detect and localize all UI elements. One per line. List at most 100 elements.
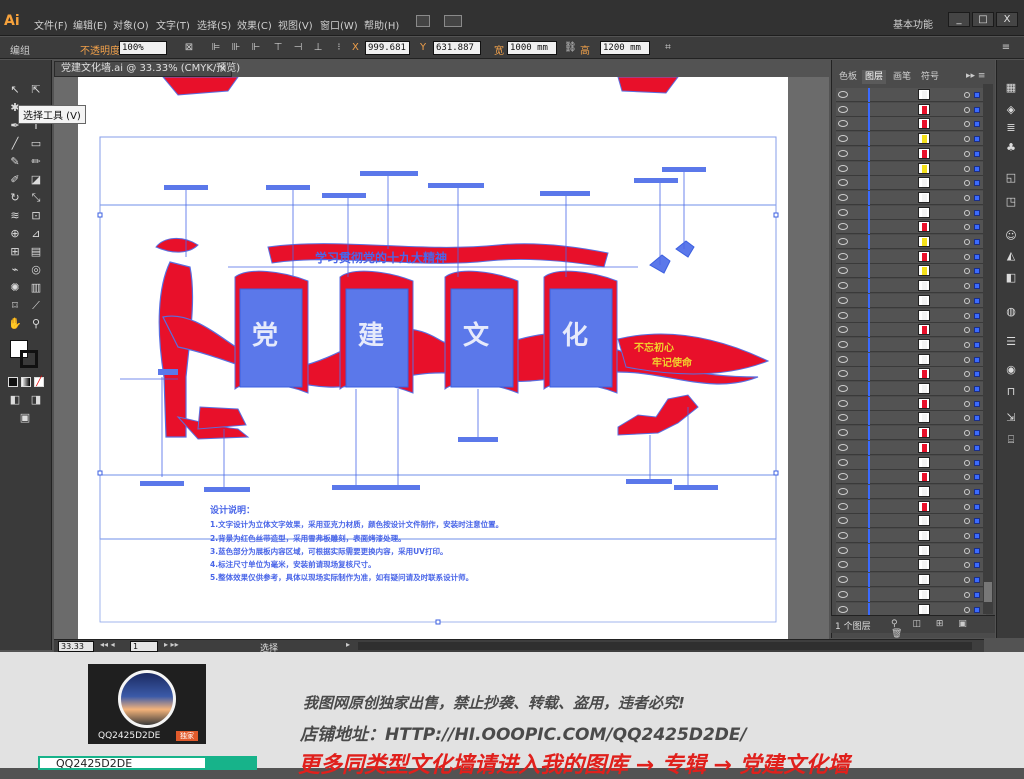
layer-selection-indicator[interactable] [974,209,980,216]
layer-row[interactable] [836,323,986,338]
layer-selection-indicator[interactable] [974,356,980,363]
visibility-eye-icon[interactable] [838,193,848,201]
visibility-eye-icon[interactable] [838,282,848,290]
layer-target-icon[interactable] [964,194,970,201]
gradient-tool-icon[interactable]: ▤ [27,244,45,260]
layer-selection-indicator[interactable] [974,430,980,437]
close-tab-icon[interactable]: × [219,62,227,76]
screen-mode-icon[interactable]: ▣ [16,410,34,426]
layer-target-icon[interactable] [964,136,970,143]
layer-row[interactable] [836,573,986,588]
hand-tool-icon[interactable]: ✋ [6,316,24,332]
status-menu-icon[interactable]: ▸ [346,640,350,649]
club-icon[interactable]: ♣ [1003,140,1019,156]
pathfinder-icon[interactable]: ⊓ [1003,384,1019,400]
align-bottom-icon[interactable]: ⊥ [312,42,324,54]
visibility-eye-icon[interactable] [838,546,848,554]
layer-row[interactable] [836,484,986,499]
layer-row[interactable] [836,367,986,382]
eyedropper-icon[interactable]: ⌁ [6,262,24,278]
layer-row[interactable] [836,396,986,411]
layer-target-icon[interactable] [964,503,970,510]
visibility-eye-icon[interactable] [838,223,848,231]
line-tool-icon[interactable]: ╱ [6,136,24,152]
align-top-icon[interactable]: ⊤ [272,42,284,54]
document-tab[interactable]: 党建文化墙.ai @ 33.33% (CMYK/预览) × [54,61,240,77]
layer-target-icon[interactable] [964,474,970,481]
mesh-tool-icon[interactable]: ⊞ [6,244,24,260]
appearance-icon[interactable]: ☺ [1003,228,1019,244]
blob-brush-icon[interactable]: ✐ [6,172,24,188]
horizontal-scrollbar[interactable] [358,642,972,650]
menu-edit[interactable]: 编辑(E) [73,17,107,32]
layer-selection-indicator[interactable] [974,503,980,510]
visibility-eye-icon[interactable] [838,517,848,525]
layer-row[interactable] [836,499,986,514]
layer-selection-indicator[interactable] [974,386,980,392]
width-field[interactable]: 1000 mm [507,41,557,55]
layer-selection-indicator[interactable] [974,92,980,98]
layer-row[interactable] [836,190,986,205]
shop-address[interactable]: 店铺地址：HTTP://HI.OOOPIC.COM/QQ2425D2DE/ [300,720,747,745]
layer-row[interactable] [836,102,986,117]
promo-text[interactable]: 更多同类型文化墙请进入我的图库 → 专辑 → 党建文化墙 [298,747,850,779]
layer-target-icon[interactable] [964,591,970,598]
transform-panel-icon[interactable]: ⇲ [1003,410,1019,426]
layer-selection-indicator[interactable] [974,591,980,598]
transform-icon[interactable]: ⌗ [662,42,674,54]
layer-row[interactable] [836,440,986,455]
layer-target-icon[interactable] [964,239,970,245]
layer-row[interactable] [836,543,986,558]
layer-selection-indicator[interactable] [974,239,980,245]
menu-view[interactable]: 视图(V) [278,17,313,32]
visibility-eye-icon[interactable] [838,473,848,481]
visibility-eye-icon[interactable] [838,458,848,466]
layer-target-icon[interactable] [964,547,970,554]
layer-selection-indicator[interactable] [974,371,980,378]
warp-tool-icon[interactable]: ≋ [6,208,24,224]
layer-selection-indicator[interactable] [974,341,980,348]
zoom-tool-icon[interactable]: ⚲ [27,316,45,332]
prev-artboard-icon[interactable]: ◂◂ ◂ [100,640,115,649]
layer-row[interactable] [836,558,986,573]
layer-selection-indicator[interactable] [974,150,980,157]
layer-selection-indicator[interactable] [974,474,980,481]
layer-selection-indicator[interactable] [974,562,980,569]
layer-target-icon[interactable] [964,121,970,128]
layer-target-icon[interactable] [964,488,970,495]
layer-selection-indicator[interactable] [974,400,980,407]
menu-object[interactable]: 对象(O) [113,17,149,32]
menu-help[interactable]: 帮助(H) [364,17,399,32]
direct-selection-tool-icon[interactable]: ⇱ [27,82,45,98]
visibility-eye-icon[interactable] [838,267,848,275]
visibility-eye-icon[interactable] [838,590,848,598]
draw-inside-icon[interactable]: ◨ [27,392,45,408]
layer-selection-indicator[interactable] [974,268,980,275]
shape-builder-icon[interactable]: ⊕ [6,226,24,242]
layer-selection-indicator[interactable] [974,194,980,201]
visibility-eye-icon[interactable] [838,296,848,304]
visibility-eye-icon[interactable] [838,443,848,451]
visibility-eye-icon[interactable] [838,399,848,407]
layer-target-icon[interactable] [964,341,970,348]
layer-target-icon[interactable] [964,268,970,275]
menu-type[interactable]: 文字(T) [156,17,190,32]
layer-selection-indicator[interactable] [974,121,980,128]
rectangle-tool-icon[interactable]: ▭ [27,136,45,152]
layer-selection-indicator[interactable] [974,224,980,231]
layer-selection-indicator[interactable] [974,165,980,172]
links-icon[interactable]: ◳ [1003,194,1019,210]
layer-target-icon[interactable] [964,106,970,113]
color-mode-icon[interactable] [8,377,18,387]
stack-icon[interactable]: ≣ [1003,120,1019,136]
layer-row[interactable] [836,514,986,529]
tab-symbols[interactable]: 符号 [918,70,942,84]
layer-target-icon[interactable] [964,209,970,216]
layer-target-icon[interactable] [964,297,970,304]
layer-target-icon[interactable] [964,224,970,231]
gradient-mode-icon[interactable] [21,377,31,387]
layer-target-icon[interactable] [964,562,970,569]
layer-row[interactable] [836,529,986,543]
layer-target-icon[interactable] [964,283,970,290]
layer-row[interactable] [836,117,986,132]
